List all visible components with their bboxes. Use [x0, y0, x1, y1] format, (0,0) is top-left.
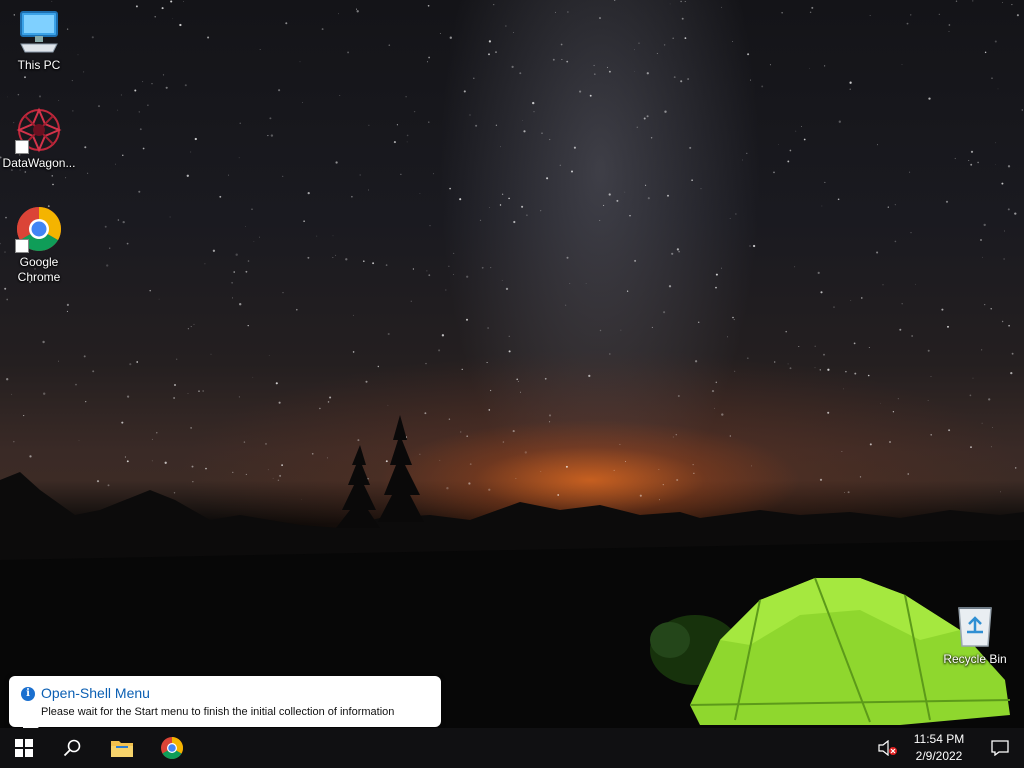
notification-icon	[991, 740, 1009, 756]
notification-title: Open-Shell Menu	[41, 685, 150, 701]
desktop-icon-label: This PC	[17, 58, 61, 72]
windows-logo-icon	[15, 739, 33, 757]
chrome-icon	[15, 205, 63, 253]
notification-balloon[interactable]: i Open-Shell Menu Please wait for the St…	[9, 676, 441, 728]
desktop-icon-label: Google Chrome	[17, 255, 61, 284]
chrome-taskbar-button[interactable]	[148, 728, 196, 768]
clock-date: 2/9/2022	[915, 749, 963, 763]
action-center-button[interactable]	[976, 728, 1024, 768]
file-explorer-button[interactable]	[98, 728, 146, 768]
info-icon: i	[21, 687, 35, 701]
shortcut-arrow-icon	[15, 239, 29, 253]
notification-message: Please wait for the Start menu to finish…	[41, 706, 395, 718]
datawagon-icon	[15, 106, 63, 154]
folder-icon	[111, 741, 133, 757]
desktop-icon-recycle-bin[interactable]: Recycle Bin	[937, 602, 1013, 667]
shortcut-arrow-icon	[15, 140, 29, 154]
desktop-icon-google-chrome[interactable]: Google Chrome	[1, 205, 77, 285]
taskbar: 11:54 PM 2/9/2022	[0, 728, 1024, 768]
recycle-bin-icon	[951, 602, 999, 650]
system-clock[interactable]: 11:54 PM 2/9/2022	[904, 731, 974, 765]
clock-time: 11:54 PM	[913, 732, 965, 746]
desktop-wallpaper: This PC DataWagon... Google Chrome Recyc…	[0, 0, 1024, 728]
desktop-icon-datawagon[interactable]: DataWagon...	[1, 106, 77, 171]
desktop-icon-label: DataWagon...	[2, 156, 76, 170]
computer-icon	[15, 8, 63, 56]
desktop-icon-this-pc[interactable]: This PC	[1, 8, 77, 73]
start-button[interactable]	[0, 728, 48, 768]
volume-button[interactable]	[872, 728, 904, 768]
chrome-icon	[161, 737, 183, 759]
volume-muted-icon	[878, 740, 897, 756]
search-button[interactable]	[48, 728, 96, 768]
desktop-icon-label: Recycle Bin	[943, 652, 1007, 666]
night-landscape	[0, 415, 1024, 728]
search-icon	[63, 739, 81, 757]
